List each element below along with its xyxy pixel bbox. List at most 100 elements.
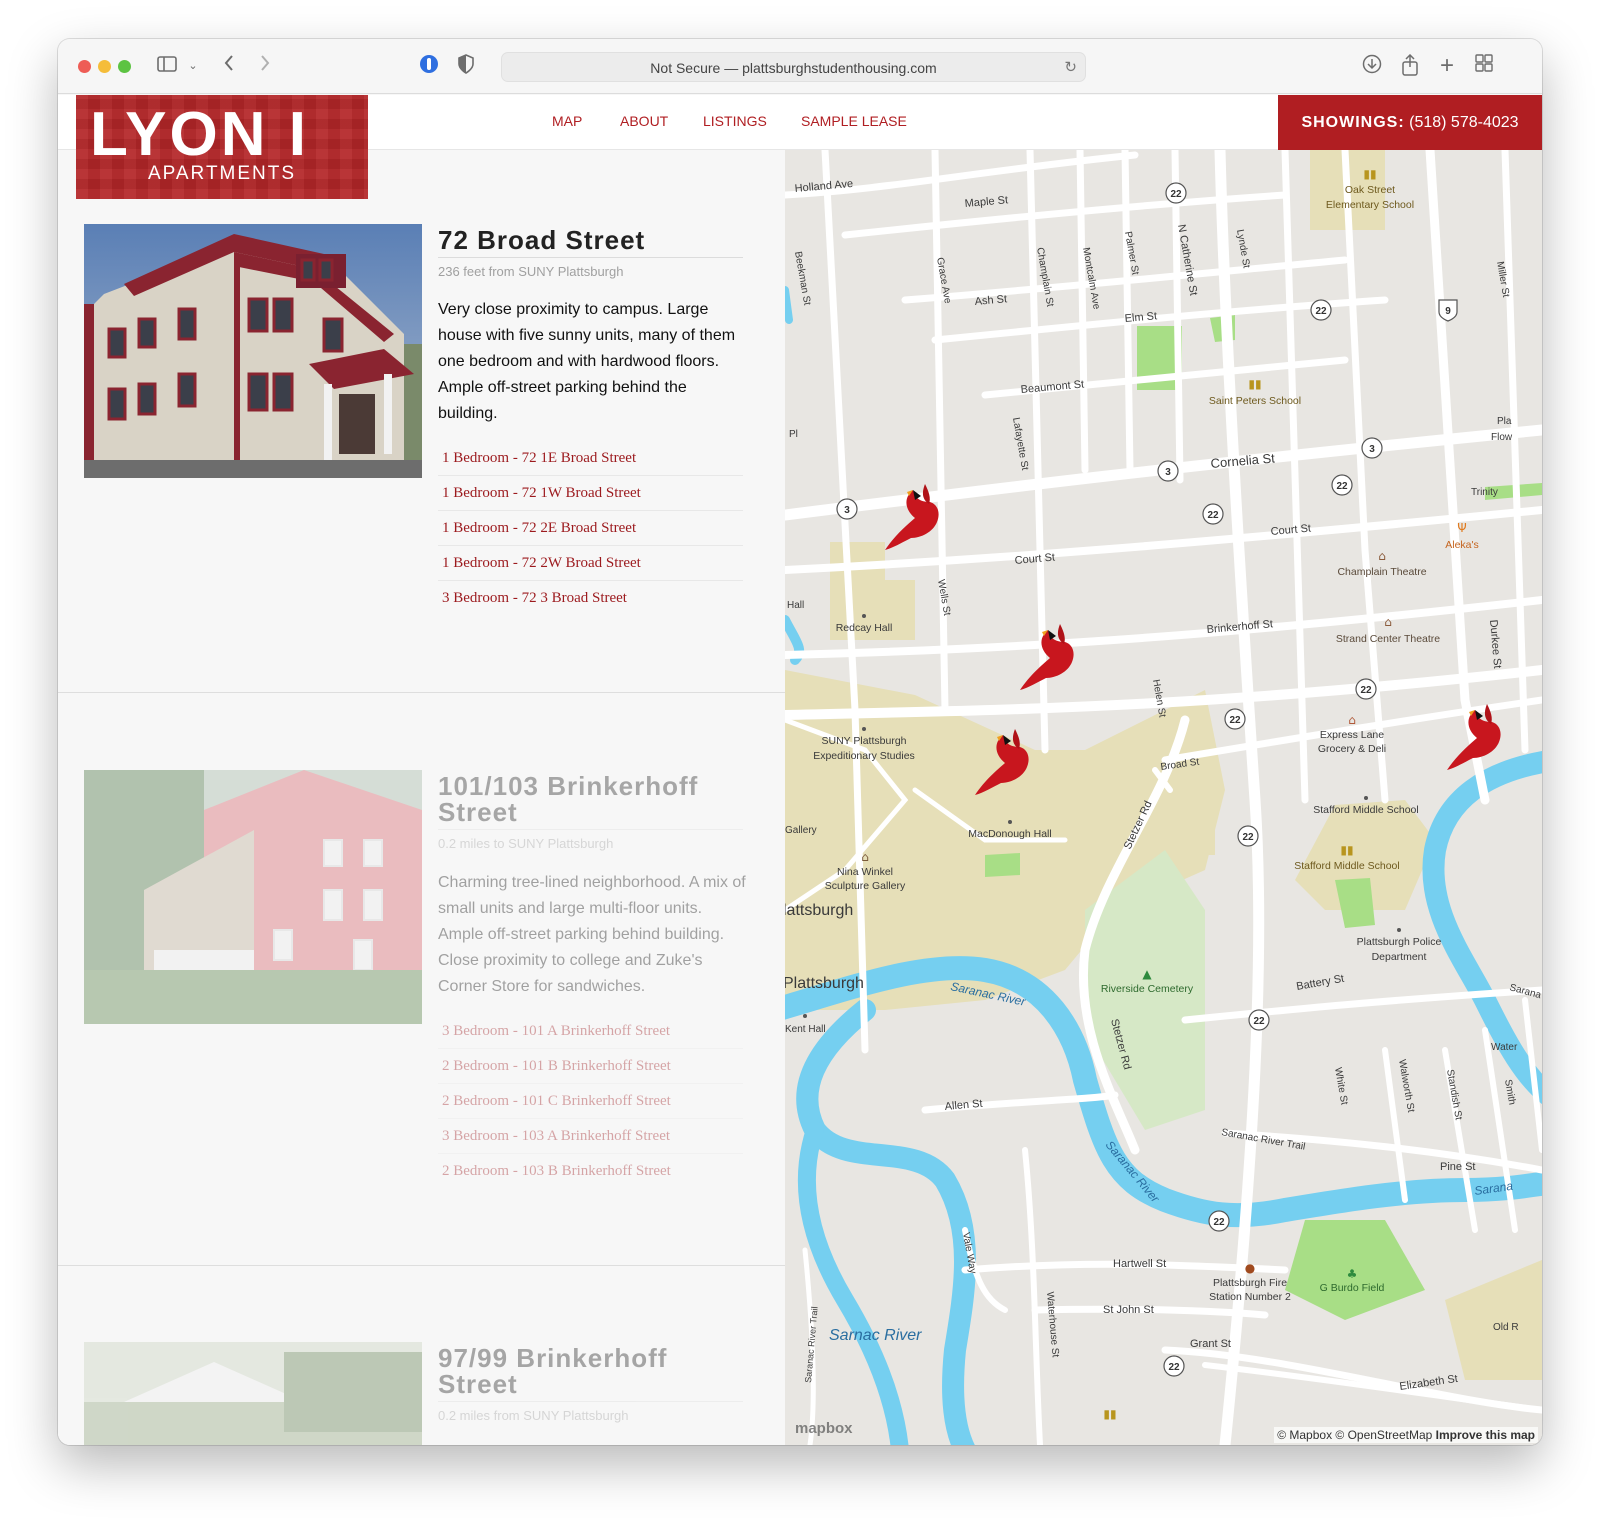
svg-text:Pla: Pla — [1497, 416, 1512, 427]
svg-text:22: 22 — [1315, 306, 1327, 317]
route-shield: 22 — [1202, 503, 1224, 525]
logo-subtitle: APARTMENTS — [147, 163, 297, 184]
unit-link[interactable]: 1 Bedroom - 72 1E Broad Street — [438, 441, 743, 476]
listings-map[interactable]: 22 22 3 22 3 22 3 22 22 22 22 22 22 9 Ho… — [785, 150, 1542, 1445]
nav-listings[interactable]: LISTINGS — [703, 113, 767, 129]
nav-about[interactable]: ABOUT — [620, 113, 668, 129]
svg-text:Plattsburgh Fire: Plattsburgh Fire — [1213, 1277, 1287, 1289]
route-shield: 22 — [1163, 1355, 1185, 1377]
svg-text:Nina Winkel: Nina Winkel — [837, 866, 893, 878]
svg-text:Sarnac River: Sarnac River — [829, 1327, 922, 1344]
svg-text:Grocery & Deli: Grocery & Deli — [1318, 743, 1386, 755]
route-shield: 22 — [1355, 678, 1377, 700]
zoom-window-button[interactable] — [118, 60, 131, 73]
nav-sample-lease[interactable]: SAMPLE LEASE — [801, 113, 907, 129]
download-icon[interactable] — [1361, 54, 1383, 78]
unit-link[interactable]: 1 Bedroom - 72 2E Broad Street — [438, 511, 743, 546]
unit-link[interactable]: 1 Bedroom - 72 1W Broad Street — [438, 476, 743, 511]
address-bar[interactable]: Not Secure — plattsburghstudenthousing.c… — [501, 52, 1086, 82]
minimize-window-button[interactable] — [98, 60, 111, 73]
svg-text:22: 22 — [1170, 189, 1182, 200]
unit-link[interactable]: 2 Bedroom - 103 B Brinkerhoff Street — [438, 1154, 743, 1189]
sidebar-icon[interactable] — [156, 54, 178, 78]
svg-text:Express Lane: Express Lane — [1320, 729, 1384, 741]
listing-divider — [58, 1265, 786, 1266]
school-icon: ▮▮ — [1248, 377, 1261, 391]
browser-window: ⌄ Not Secure — plattsburghstudenthousing… — [58, 39, 1542, 1445]
privacy-shield-icon[interactable] — [456, 54, 476, 78]
listing-photo[interactable] — [84, 770, 422, 1024]
fire-station-icon: ● — [1245, 1261, 1255, 1275]
theatre-icon: ⌂ — [1384, 615, 1392, 629]
tab-overview-icon[interactable] — [1473, 54, 1495, 78]
unit-link[interactable]: 3 Bedroom - 72 3 Broad Street — [438, 581, 743, 616]
attribution-text[interactable]: © Mapbox © OpenStreetMap — [1277, 1428, 1432, 1442]
svg-text:Elementary School: Elementary School — [1326, 199, 1414, 211]
unit-link[interactable]: 3 Bedroom - 101 A Brinkerhoff Street — [438, 1014, 743, 1049]
svg-text:SUNY Plattsburgh: SUNY Plattsburgh — [821, 735, 906, 747]
listing-description: Very close proximity to campus. Large ho… — [438, 301, 736, 422]
chevron-down-icon[interactable]: ⌄ — [186, 54, 200, 78]
site-logo[interactable]: LYON I APARTMENTS — [76, 95, 368, 199]
unit-link[interactable]: 3 Bedroom - 103 A Brinkerhoff Street — [438, 1119, 743, 1154]
svg-text:Hartwell St: Hartwell St — [1113, 1258, 1166, 1270]
svg-text:Station Number 2: Station Number 2 — [1209, 1291, 1291, 1303]
route-shield: 22 — [1310, 299, 1332, 321]
unit-list: 3 Bedroom - 101 A Brinkerhoff Street 2 B… — [438, 1014, 743, 1189]
svg-text:MacDonough Hall: MacDonough Hall — [968, 828, 1051, 840]
route-shield: 22 — [1165, 182, 1187, 204]
new-tab-plus-icon[interactable]: + — [1436, 54, 1458, 78]
page-content: LYON I APARTMENTS MAP ABOUT LISTINGS SAM… — [58, 95, 1542, 1445]
gallery-icon: ⌂ — [861, 850, 869, 864]
listing-photo[interactable] — [84, 1342, 422, 1445]
unit-link[interactable]: 1 Bedroom - 72 2W Broad Street — [438, 546, 743, 581]
unit-link[interactable]: 2 Bedroom - 101 C Brinkerhoff Street — [438, 1084, 743, 1119]
svg-text:Stafford Middle School: Stafford Middle School — [1313, 804, 1418, 816]
listings-panel: 72 Broad Street 236 feet from SUNY Platt… — [58, 150, 786, 1445]
svg-text:3: 3 — [1369, 444, 1375, 455]
cemetery-icon: ▲ — [1142, 967, 1152, 981]
svg-text:Saint Peters School: Saint Peters School — [1209, 395, 1301, 407]
route-shield: 22 — [1331, 474, 1353, 496]
svg-text:22: 22 — [1213, 1217, 1225, 1228]
svg-text:Pine St: Pine St — [1440, 1161, 1475, 1173]
listing-photo[interactable] — [84, 224, 422, 478]
route-shield: 3 — [1157, 460, 1179, 482]
listing-description: Charming tree-lined neighborhood. A mix … — [438, 874, 746, 995]
svg-text:St John St: St John St — [1103, 1304, 1154, 1316]
showings-banner[interactable]: SHOWINGS: (518) 578-4023 — [1278, 95, 1542, 150]
route-shield: 3 — [1361, 437, 1383, 459]
svg-text:22: 22 — [1168, 1362, 1180, 1373]
svg-text:Stafford Middle School: Stafford Middle School — [1294, 860, 1399, 872]
school-icon: ▮▮ — [1103, 1407, 1116, 1421]
close-window-button[interactable] — [78, 60, 91, 73]
svg-text:Champlain Theatre: Champlain Theatre — [1337, 566, 1426, 578]
map-canvas[interactable]: 22 22 3 22 3 22 3 22 22 22 22 22 22 9 Ho… — [785, 150, 1542, 1445]
improve-map-link[interactable]: Improve this map — [1436, 1428, 1535, 1442]
svg-text:lattsburgh: lattsburgh — [785, 902, 853, 919]
listing-distance: 236 feet from SUNY Plattsburgh — [438, 264, 624, 279]
listing-divider — [58, 692, 786, 693]
showings-phone: (518) 578-4023 — [1409, 114, 1519, 131]
svg-text:Grant St: Grant St — [1190, 1338, 1231, 1350]
mapbox-logo[interactable]: mapbox — [795, 1420, 853, 1437]
svg-text:Gallery: Gallery — [785, 825, 817, 836]
svg-text:Kent Hall: Kent Hall — [785, 1024, 826, 1035]
share-icon[interactable] — [1399, 53, 1421, 78]
listing-distance: 0.2 miles from SUNY Plattsburgh — [438, 1408, 629, 1423]
listing-title[interactable]: 101/103 Brinkerhoff Street — [438, 773, 743, 830]
back-arrow-icon[interactable] — [220, 54, 238, 78]
nav-map[interactable]: MAP — [552, 113, 582, 129]
extension-icon[interactable] — [418, 54, 440, 78]
forward-arrow-icon[interactable] — [256, 54, 274, 78]
svg-text:3: 3 — [1165, 467, 1171, 478]
svg-text:22: 22 — [1253, 1016, 1265, 1027]
listing-title[interactable]: 97/99 Brinkerhoff Street — [438, 1345, 743, 1402]
reload-icon[interactable]: ↻ — [1064, 58, 1077, 76]
svg-text:G Burdo Field: G Burdo Field — [1320, 1282, 1385, 1294]
listing-title[interactable]: 72 Broad Street — [438, 227, 743, 258]
svg-text:Sculpture Gallery: Sculpture Gallery — [825, 880, 906, 892]
unit-link[interactable]: 2 Bedroom - 101 B Brinkerhoff Street — [438, 1049, 743, 1084]
map-attribution: © Mapbox © OpenStreetMap Improve this ma… — [1274, 1427, 1538, 1443]
svg-text:Strand Center Theatre: Strand Center Theatre — [1336, 633, 1440, 645]
